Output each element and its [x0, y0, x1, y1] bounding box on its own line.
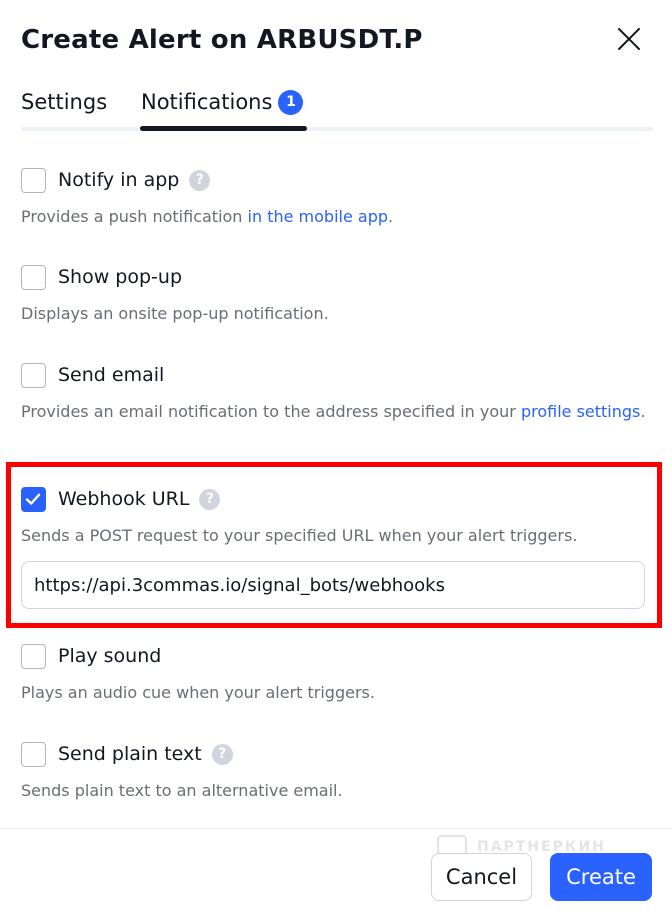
- active-tab-indicator: [140, 126, 307, 131]
- option-send-plain-text: Send plain text ? Sends plain text to an…: [21, 740, 653, 804]
- checkmark-icon: [25, 493, 41, 505]
- create-button[interactable]: Create: [550, 853, 652, 901]
- tab-bar: Settings Notifications 1: [21, 84, 653, 132]
- tab-notifications-label: Notifications: [141, 90, 273, 114]
- webhook-url-description: Sends a POST request to your specified U…: [21, 526, 578, 545]
- help-icon[interactable]: ?: [199, 488, 221, 510]
- dialog-header: Create Alert on ARBUSDT.P: [21, 22, 652, 58]
- show-popup-checkbox[interactable]: [21, 264, 46, 290]
- footer-divider: [0, 828, 672, 829]
- profile-settings-link[interactable]: profile settings: [521, 402, 640, 421]
- webhook-url-input[interactable]: [21, 561, 645, 609]
- close-button[interactable]: [614, 24, 644, 54]
- tab-notifications[interactable]: Notifications 1: [141, 84, 304, 120]
- help-icon[interactable]: ?: [211, 743, 233, 765]
- send-plain-text-checkbox[interactable]: [21, 741, 46, 767]
- tab-settings-label: Settings: [21, 90, 108, 114]
- webhook-url-label: Webhook URL: [58, 488, 190, 510]
- send-email-label: Send email: [58, 364, 165, 386]
- notification-count-badge: 1: [278, 90, 304, 115]
- dialog-title: Create Alert on ARBUSDT.P: [21, 25, 423, 55]
- send-email-checkbox[interactable]: [21, 362, 46, 388]
- option-notify-in-app: Notify in app ? Provides a push notifica…: [21, 166, 653, 230]
- tab-settings[interactable]: Settings: [21, 84, 107, 120]
- notify-in-app-desc-suffix: .: [388, 207, 394, 226]
- play-sound-label: Play sound: [58, 645, 162, 667]
- send-email-desc-suffix: .: [640, 402, 646, 421]
- option-send-email: Send email Provides an email notificatio…: [21, 361, 653, 425]
- option-show-popup: Show pop-up Displays an onsite pop-up no…: [21, 263, 653, 327]
- notify-in-app-desc-text: Provides a push notification: [21, 207, 248, 226]
- option-play-sound: Play sound Plays an audio cue when your …: [21, 642, 653, 706]
- show-popup-label: Show pop-up: [58, 266, 183, 288]
- notify-in-app-label: Notify in app: [58, 169, 180, 191]
- show-popup-description: Displays an onsite pop-up notification.: [21, 304, 329, 323]
- webhook-url-checkbox[interactable]: [21, 486, 46, 512]
- help-icon[interactable]: ?: [189, 169, 211, 191]
- option-webhook-url: Webhook URL ? Sends a POST request to yo…: [21, 485, 653, 549]
- close-icon: [618, 28, 640, 50]
- cancel-button[interactable]: Cancel: [431, 853, 532, 901]
- send-plain-text-description: Sends plain text to an alternative email…: [21, 781, 343, 800]
- send-email-desc-text: Provides an email notification to the ad…: [21, 402, 521, 421]
- notify-in-app-checkbox[interactable]: [21, 167, 46, 193]
- play-sound-description: Plays an audio cue when your alert trigg…: [21, 683, 375, 702]
- play-sound-checkbox[interactable]: [21, 643, 46, 669]
- tab-track: [21, 127, 653, 131]
- mobile-app-link[interactable]: in the mobile app: [248, 207, 388, 226]
- send-plain-text-label: Send plain text: [58, 743, 202, 765]
- send-email-description: Provides an email notification to the ad…: [21, 399, 653, 425]
- create-alert-dialog: Create Alert on ARBUSDT.P Settings Notif…: [0, 0, 672, 923]
- notify-in-app-description: Provides a push notification in the mobi…: [21, 204, 653, 230]
